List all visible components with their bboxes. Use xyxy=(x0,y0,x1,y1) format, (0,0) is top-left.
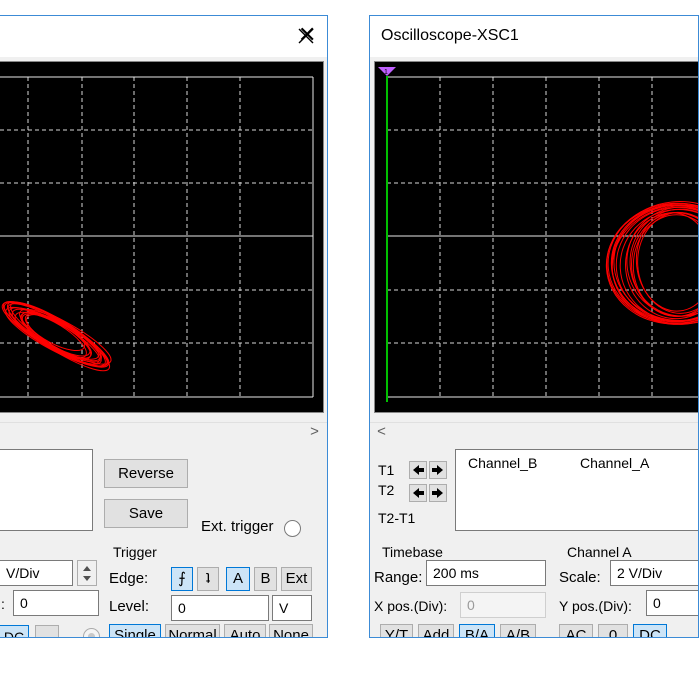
xpos-label: X pos.(Div): xyxy=(374,598,448,614)
title-bar: Oscilloscope-XSC1 xyxy=(370,16,698,57)
auto-mode-button[interactable]: Auto xyxy=(224,624,266,637)
t2-left-arrow-icon[interactable] xyxy=(409,484,427,502)
channel-a-scale-field[interactable]: 2 V/Div xyxy=(610,560,698,586)
trigger-level-unit[interactable]: V xyxy=(272,595,312,621)
cursor-readout-panel: Channel_B Channel_A xyxy=(455,449,698,531)
horizontal-scrollbar[interactable]: < xyxy=(370,422,698,441)
channel-a-ypos-label: Y pos.(Div): xyxy=(559,598,632,614)
edge-falling-icon[interactable]: ʇ xyxy=(197,567,219,591)
none-mode-button[interactable]: None xyxy=(269,624,313,637)
zero-coupling-button[interactable]: 0 xyxy=(598,624,628,637)
cursor-readout-panel xyxy=(0,449,93,531)
trigger-source-ext-button[interactable]: Ext xyxy=(281,567,312,591)
normal-mode-button[interactable]: Normal xyxy=(165,624,220,637)
t1-label: T1 xyxy=(378,462,395,478)
title-bar xyxy=(0,16,327,57)
scope-display[interactable] xyxy=(0,61,324,413)
scope-plot: 1 xyxy=(375,62,698,412)
channel-a-header: Channel_A xyxy=(580,455,650,471)
range-label: Range: xyxy=(374,569,423,586)
ypos-label: : xyxy=(1,596,5,612)
scope-display[interactable]: 1 xyxy=(374,61,698,413)
svg-text:1: 1 xyxy=(384,69,388,76)
ba-mode-button[interactable]: B/A xyxy=(459,624,495,637)
t1-right-arrow-icon[interactable] xyxy=(429,461,447,479)
scroll-left-icon[interactable]: < xyxy=(373,423,390,440)
channel-b-header: Channel_B xyxy=(468,455,538,471)
channel-a-group-label: Channel A xyxy=(567,544,632,560)
trigger-source-b-button[interactable]: B xyxy=(254,567,277,591)
oscilloscope-window-left: > Reverse Save Ext. trigger V/Div : 0 DC… xyxy=(0,15,328,638)
channel-a-ypos-field[interactable]: 0 xyxy=(646,590,698,616)
single-mode-button[interactable]: Single xyxy=(109,624,161,637)
timebase-range-field[interactable]: 200 ms xyxy=(426,560,546,586)
add-mode-button[interactable]: Add xyxy=(418,624,454,637)
level-label: Level: xyxy=(109,598,150,615)
scale-label: Scale: xyxy=(559,569,601,586)
trigger-source-a-button[interactable]: A xyxy=(226,567,250,591)
xpos-field[interactable]: 0 xyxy=(460,592,546,618)
trigger-group-label: Trigger xyxy=(113,544,157,560)
edge-label: Edge: xyxy=(109,570,149,587)
dc-coupling-button[interactable]: DC xyxy=(633,624,667,637)
oscilloscope-window-right: Oscilloscope-XSC1 1 < T1 T2 T2-T1 Channe… xyxy=(369,15,699,638)
reverse-button[interactable]: Reverse xyxy=(104,459,188,488)
dc-coupling-button[interactable]: DC xyxy=(0,625,29,637)
ypos-field[interactable]: 0 xyxy=(13,590,99,616)
window-title: Oscilloscope-XSC1 xyxy=(381,27,519,44)
trigger-level-field[interactable]: 0 xyxy=(171,595,269,621)
t2-right-arrow-icon[interactable] xyxy=(429,484,447,502)
ext-trigger-label: Ext. trigger xyxy=(201,518,274,535)
ab-mode-button[interactable]: A/B xyxy=(500,624,536,637)
ac-coupling-button[interactable]: AC xyxy=(559,624,593,637)
ext-trigger-terminal[interactable] xyxy=(284,520,301,537)
scale-spinner[interactable] xyxy=(77,560,97,586)
t2-label: T2 xyxy=(378,482,395,498)
channel-scale-field[interactable]: V/Div xyxy=(0,560,73,586)
scroll-right-icon[interactable]: > xyxy=(306,423,323,440)
scope-plot xyxy=(0,62,323,412)
close-glyph[interactable]: ✕ xyxy=(298,21,316,49)
yt-mode-button[interactable]: Y/T xyxy=(380,624,413,637)
timebase-group-label: Timebase xyxy=(382,544,443,560)
t1-left-arrow-icon[interactable] xyxy=(409,461,427,479)
channel-terminal[interactable] xyxy=(83,628,100,637)
edge-rising-icon[interactable]: ⨍ xyxy=(171,567,193,591)
save-button[interactable]: Save xyxy=(104,499,188,528)
horizontal-scrollbar[interactable]: > xyxy=(0,422,327,441)
invert-button[interactable]: - xyxy=(35,625,59,637)
t2-t1-label: T2-T1 xyxy=(378,510,416,526)
